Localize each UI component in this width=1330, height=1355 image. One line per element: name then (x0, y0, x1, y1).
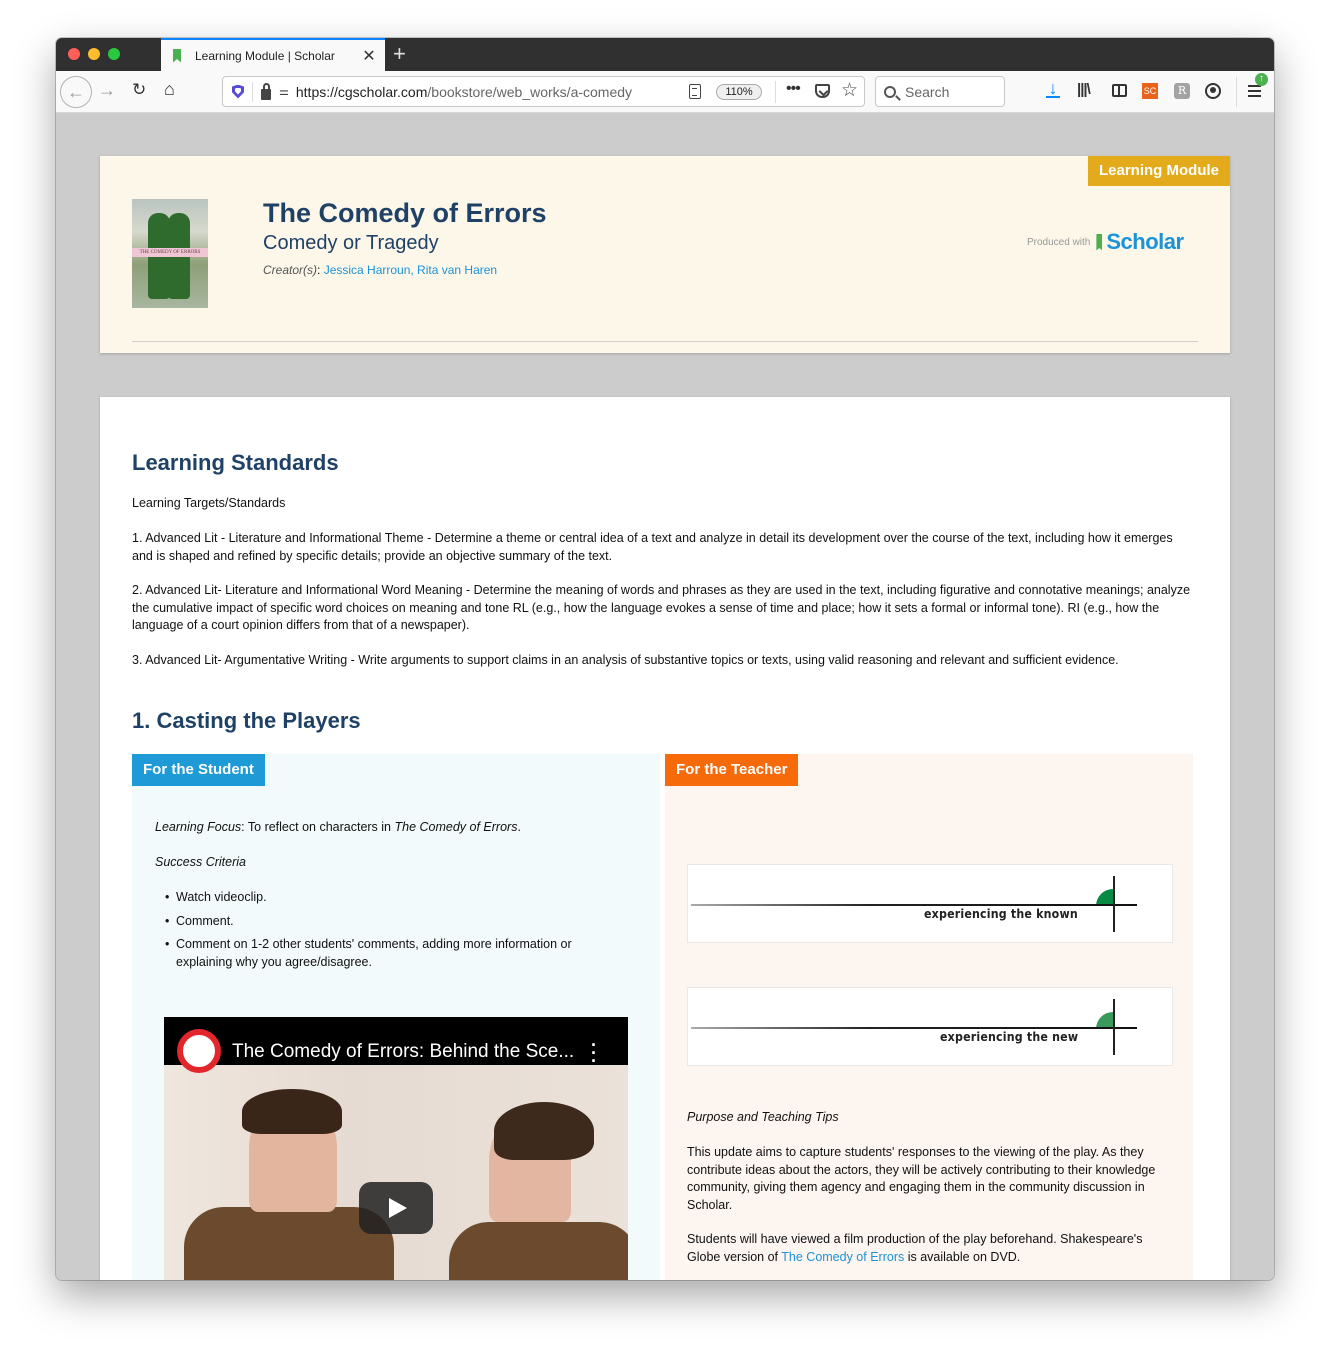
diagram-label: experiencing the new (940, 1030, 1079, 1044)
diagram-axis (691, 1027, 1137, 1029)
student-tab-label: For the Student (132, 754, 265, 786)
r-extension-icon[interactable]: R (1174, 83, 1190, 99)
module-header: Learning Module THE COMEDY OF ERRORS The… (100, 156, 1230, 353)
update-badge-icon: ↑ (1255, 73, 1268, 86)
standard-item: 3. Advanced Lit- Argumentative Writing -… (132, 653, 1119, 667)
learning-module-badge: Learning Module (1088, 156, 1230, 186)
known-diagram-image: experiencing the known (687, 864, 1173, 943)
search-input[interactable]: Search (875, 76, 1005, 107)
url-separator (775, 81, 776, 103)
learning-standards-heading: Learning Standards (132, 450, 339, 475)
student-panel: For the Student Learning Focus: To refle… (132, 754, 660, 1280)
page-title: The Comedy of Errors (263, 198, 547, 228)
url-text[interactable]: https://cgscholar.com/bookstore/web_work… (296, 84, 646, 100)
tab-active[interactable]: Learning Module | Scholar ✕ (161, 38, 385, 71)
sc-extension-icon[interactable]: SC (1142, 83, 1158, 99)
page-actions-icon[interactable]: ••• (786, 80, 801, 98)
teacher-tab-label: For the Teacher (665, 754, 799, 786)
channel-logo-icon[interactable] (177, 1029, 221, 1073)
bookmark-star-icon[interactable]: ☆ (841, 79, 858, 102)
sidebar-icon[interactable] (1112, 84, 1127, 97)
teaching-tips-heading: Purpose and Teaching Tips (687, 1110, 839, 1124)
teacher-panel: For the Teacher experiencing the known e… (665, 754, 1193, 1280)
reader-view-icon[interactable] (689, 84, 701, 99)
lock-icon[interactable] (261, 82, 271, 100)
scholar-logo-icon (1096, 233, 1103, 251)
cover-title: THE COMEDY OF ERRORS (132, 248, 208, 257)
zoom-level-button[interactable]: 110% (716, 84, 762, 100)
forward-button[interactable]: → (98, 80, 116, 101)
pocket-icon[interactable] (815, 84, 830, 98)
success-criteria-label: Success Criteria (155, 855, 246, 869)
video-title[interactable]: The Comedy of Errors: Behind the Sce... (232, 1041, 574, 1063)
scholar-logo-text: Scholar (1106, 229, 1184, 254)
video-thumbnail-figure (449, 1222, 628, 1280)
module-content: Learning Standards Learning Targets/Stan… (100, 397, 1230, 1280)
home-button[interactable]: ⌂ (164, 79, 175, 100)
standard-item: 1. Advanced Lit - Literature and Informa… (132, 531, 1173, 563)
criteria-item: Comment on 1-2 other students' comments,… (165, 936, 626, 971)
play-button-icon[interactable] (359, 1182, 433, 1234)
tracking-protection-shield-icon[interactable] (232, 84, 244, 99)
reload-button[interactable]: ↻ (132, 80, 146, 100)
teaching-tips-paragraph: Students will have viewed a film product… (687, 1232, 1143, 1264)
video-thumbnail-figure (242, 1089, 342, 1134)
produced-with[interactable]: Produced with Scholar (1027, 229, 1184, 255)
diagram-label: experiencing the known (924, 907, 1078, 921)
search-icon (884, 85, 896, 98)
diagram-marker (1113, 876, 1115, 932)
nav-bar: ← → ↻ ⌂ ⚌ https://cgscholar.com/bookstor… (56, 71, 1274, 113)
diagram-marker (1113, 999, 1115, 1055)
creators-line: Creator(s): Jessica Harroun, Rita van Ha… (263, 263, 498, 277)
teaching-tips-paragraph: This update aims to capture students' re… (687, 1145, 1156, 1212)
browser-window: Learning Module | Scholar ✕ + ← → ↻ ⌂ ⚌ … (56, 38, 1274, 1280)
diagram-axis (691, 904, 1137, 906)
page-subtitle: Comedy or Tragedy (263, 232, 439, 254)
produced-with-label: Produced with (1027, 236, 1091, 248)
back-button[interactable]: ← (60, 76, 92, 108)
header-divider (132, 341, 1198, 342)
url-bar[interactable]: ⚌ https://cgscholar.com/bookstore/web_wo… (222, 76, 865, 107)
learning-focus: Learning Focus: To reflect on characters… (155, 820, 521, 834)
tab-bar: Learning Module | Scholar ✕ + (56, 38, 1274, 71)
page-viewport: Learning Module THE COMEDY OF ERRORS The… (56, 113, 1274, 1280)
video-embed[interactable]: The Comedy of Errors: Behind the Sce... … (164, 1017, 628, 1280)
menu-icon[interactable] (1248, 85, 1261, 97)
tab-title: Learning Module | Scholar (195, 48, 335, 63)
creators-label: Creator(s) (263, 263, 318, 277)
permissions-icon[interactable]: ⚌ (279, 85, 289, 98)
url-divider (252, 81, 253, 102)
video-more-icon[interactable]: · · · (590, 1036, 598, 1070)
account-icon[interactable] (1205, 83, 1221, 99)
book-cover-image[interactable]: THE COMEDY OF ERRORS (132, 199, 208, 308)
toolbar-separator (1236, 77, 1237, 107)
search-placeholder: Search (905, 83, 950, 100)
maximize-window-button[interactable] (108, 48, 120, 60)
standards-intro: Learning Targets/Standards (132, 496, 286, 510)
close-tab-icon[interactable]: ✕ (359, 46, 379, 66)
creators-link[interactable]: Jessica Harroun, Rita van Haren (324, 263, 497, 277)
bookmark-favicon-icon (173, 48, 181, 63)
close-window-button[interactable] (68, 48, 80, 60)
section-heading: 1. Casting the Players (132, 708, 361, 733)
library-icon[interactable]: |||\ (1077, 81, 1091, 98)
new-diagram-image: experiencing the new (687, 987, 1173, 1066)
minimize-window-button[interactable] (88, 48, 100, 60)
standard-item: 2. Advanced Lit- Literature and Informat… (132, 583, 1191, 632)
criteria-item: Watch videoclip. (165, 889, 626, 907)
window-controls (68, 48, 120, 60)
comedy-of-errors-link[interactable]: The Comedy of Errors (781, 1250, 904, 1264)
success-criteria-list: Watch videoclip. Comment. Comment on 1-2… (165, 889, 626, 977)
new-tab-button[interactable]: + (393, 41, 406, 67)
criteria-item: Comment. (165, 913, 626, 931)
download-icon[interactable]: ↓ (1046, 79, 1060, 98)
video-thumbnail-figure (494, 1102, 594, 1160)
